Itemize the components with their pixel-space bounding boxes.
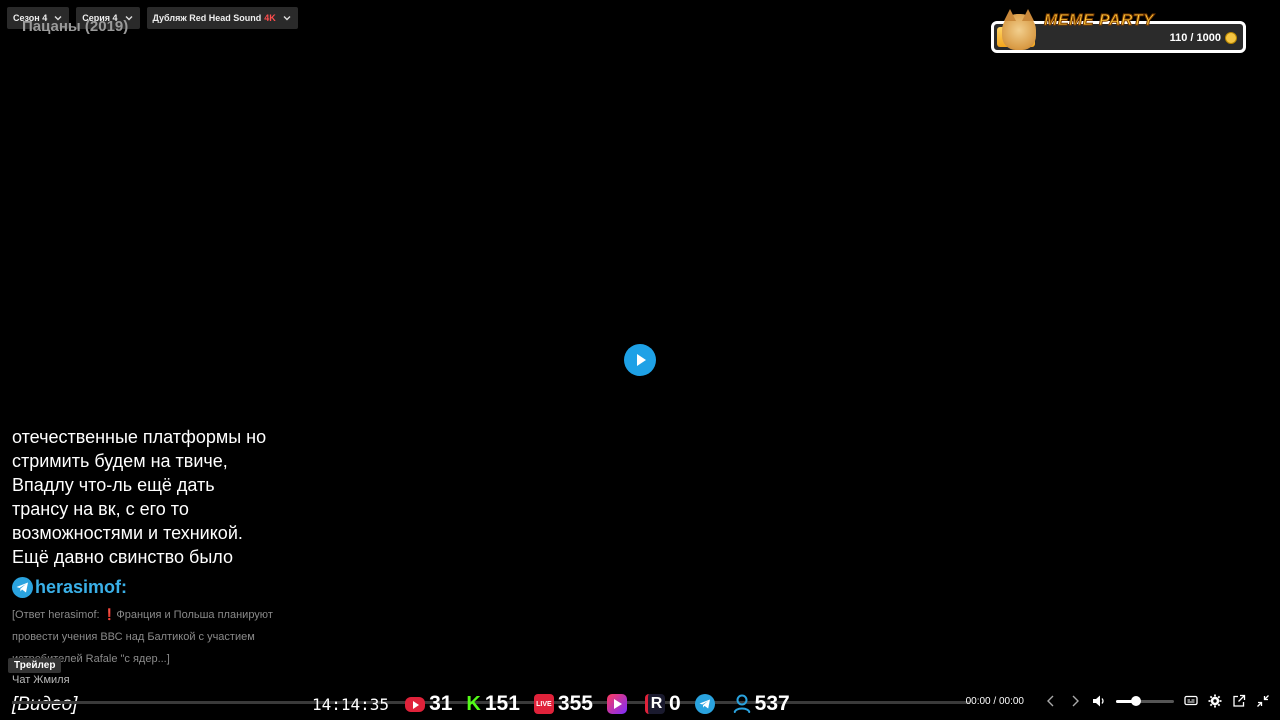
author-name: herasimof: <box>35 577 128 597</box>
chat-line: отечественные платформы но <box>12 427 267 447</box>
youtube-icon <box>405 696 426 712</box>
video-title: Пацаны (2019) <box>22 18 129 35</box>
chat-line: стримить будем на твиче, <box>12 451 228 471</box>
vkplay-icon <box>606 694 627 714</box>
coin-icon <box>1225 32 1237 44</box>
time-separator: / <box>993 695 997 707</box>
time-total: 00:00 <box>998 695 1024 707</box>
telegram-icon <box>694 694 715 714</box>
exclamation-icon: ❗ <box>102 609 117 621</box>
chat-label: Чат Жмиля <box>12 674 70 686</box>
rutube-stat: R0 <box>644 692 681 716</box>
dub-selector[interactable]: Дубляж Red Head Sound 4K <box>146 7 298 29</box>
meme-party-widget: MEME PARTY 110 / 1000 <box>991 9 1246 53</box>
chat-line: возможностями и техникой. <box>12 523 243 543</box>
chat-line: Ещё давно свинство было <box>12 547 233 567</box>
telegram-stat <box>694 694 719 714</box>
live-count: 355 <box>557 692 593 715</box>
video-tag: [Видео] <box>12 694 78 715</box>
dub-name: Дубляж Red Head Sound <box>152 13 262 23</box>
reply-prefix: [Ответ herasimof: <box>12 609 103 621</box>
chat-overlay: отечественные платформы но стримить буде… <box>12 425 307 670</box>
user-icon <box>733 694 751 714</box>
chat-message: отечественные платформы но стримить буде… <box>12 425 307 569</box>
settings-gear-icon[interactable] <box>1208 694 1222 708</box>
telegram-icon <box>12 577 33 598</box>
vkplay-stat <box>606 694 631 714</box>
player-controls: 00:00 / 00:00 <box>966 694 1270 708</box>
next-icon[interactable] <box>1068 694 1082 708</box>
youtube-stat: 31 <box>405 692 452 716</box>
popout-icon[interactable] <box>1232 694 1246 708</box>
chevron-down-icon <box>283 16 291 21</box>
rutube-icon: R <box>644 694 665 714</box>
rutube-count: 0 <box>668 692 681 715</box>
youtube-count: 31 <box>429 692 453 715</box>
live-stat: LIVE 355 <box>533 692 593 716</box>
quality-badge: 4K <box>264 13 276 23</box>
trailer-label: Трейлер <box>8 658 62 673</box>
volume-knob[interactable] <box>1131 695 1141 706</box>
chat-line: трансу на вк, с его то <box>12 499 189 519</box>
doge-icon <box>1002 9 1036 50</box>
stream-stats: 14:14:35 31 K 151 LIVE 355 R0 537 <box>312 692 790 716</box>
kick-stat: K 151 <box>466 692 520 716</box>
dub-label: Дубляж Red Head Sound 4K <box>153 13 276 23</box>
chat-line: Впадлу что-ль ещё дать <box>12 475 215 495</box>
exit-fullscreen-icon[interactable] <box>1256 694 1270 708</box>
clock: 14:14:35 <box>312 694 390 714</box>
viewers-stat: 537 <box>733 692 790 716</box>
prev-icon[interactable] <box>1044 694 1058 708</box>
play-button[interactable] <box>624 344 656 376</box>
meme-party-title: MEME PARTY <box>1043 12 1155 30</box>
time-display: 00:00 / 00:00 <box>966 696 1024 707</box>
live-icon: LIVE <box>533 694 554 714</box>
kick-icon: K <box>466 692 481 715</box>
time-current: 00:00 <box>965 695 991 707</box>
chat-author: herasimof: <box>12 577 307 598</box>
meme-party-count: 110 / 1000 <box>1169 32 1221 44</box>
subtitles-icon[interactable] <box>1184 694 1198 708</box>
kick-count: 151 <box>484 692 520 715</box>
viewers-count: 537 <box>754 692 790 715</box>
volume-slider[interactable] <box>1116 695 1174 706</box>
volume-icon[interactable] <box>1092 694 1106 708</box>
